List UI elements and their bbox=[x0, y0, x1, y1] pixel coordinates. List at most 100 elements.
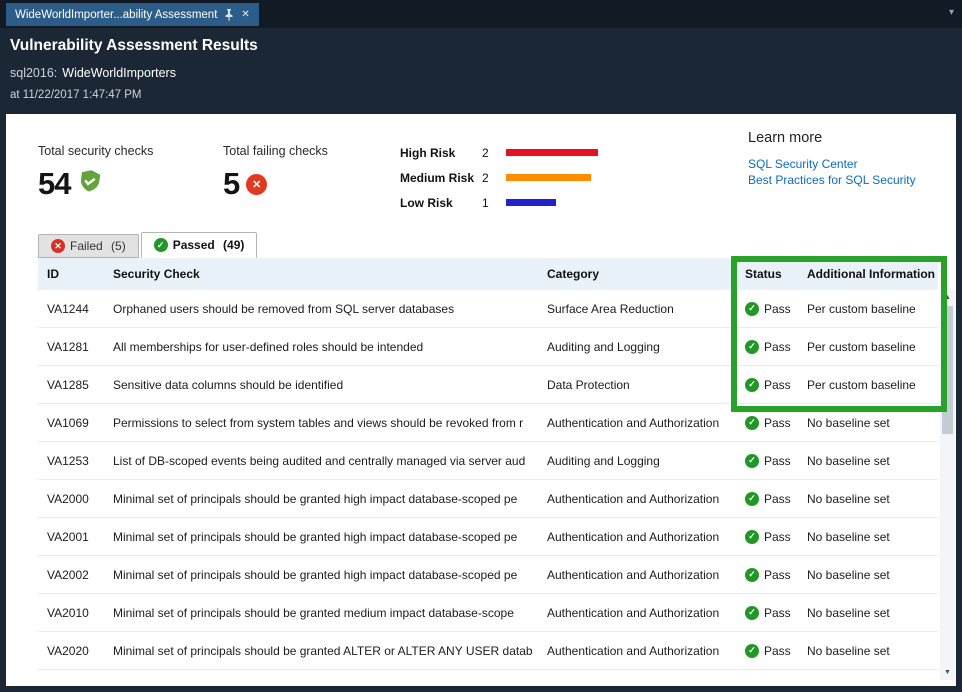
cell-security-check: Permissions to select from system tables… bbox=[113, 416, 547, 430]
table-row[interactable]: VA1069Permissions to select from system … bbox=[38, 404, 938, 442]
cell-status: ✓ Pass bbox=[745, 606, 807, 620]
database-name: WideWorldImporters bbox=[62, 66, 176, 80]
cell-additional-info: Per custom baseline bbox=[807, 378, 938, 392]
document-tab-label: WideWorldImporter...ability Assessment bbox=[15, 9, 217, 21]
learn-more-link[interactable]: Best Practices for SQL Security bbox=[748, 172, 916, 188]
failing-checks-stat: Total failing checks 5 ✕ bbox=[223, 144, 328, 202]
column-header: Security Check bbox=[113, 267, 547, 281]
cell-status: ✓ Pass bbox=[745, 302, 807, 316]
tab-passed[interactable]: ✓Passed (49) bbox=[141, 232, 258, 258]
pass-icon: ✓ bbox=[745, 568, 759, 582]
table-body: VA1244Orphaned users should be removed f… bbox=[38, 290, 938, 670]
cell-category: Auditing and Logging bbox=[547, 340, 745, 354]
cell-additional-info: No baseline set bbox=[807, 416, 938, 430]
cell-additional-info: Per custom baseline bbox=[807, 302, 938, 316]
scan-timestamp: at 11/22/2017 1:47:47 PM bbox=[10, 89, 962, 101]
table-row[interactable]: VA2000Minimal set of principals should b… bbox=[38, 480, 938, 518]
cell-id: VA1285 bbox=[47, 378, 113, 392]
table-row[interactable]: VA2001Minimal set of principals should b… bbox=[38, 518, 938, 556]
cell-additional-info: No baseline set bbox=[807, 530, 938, 544]
window-list-dropdown-icon[interactable]: ▾ bbox=[949, 7, 954, 18]
cell-additional-info: No baseline set bbox=[807, 454, 938, 468]
risk-count: 2 bbox=[482, 171, 506, 185]
risk-label: High Risk bbox=[400, 146, 482, 160]
pass-icon: ✓ bbox=[745, 606, 759, 620]
risk-legend: High Risk2Medium Risk2Low Risk1 bbox=[400, 140, 598, 215]
cell-status: ✓Pass bbox=[745, 644, 807, 658]
table-row[interactable]: VA2010Minimal set of principals should b… bbox=[38, 594, 938, 632]
risk-row: High Risk2 bbox=[400, 140, 598, 165]
scroll-up-arrow[interactable]: ▲ bbox=[940, 290, 955, 305]
risk-label: Medium Risk bbox=[400, 171, 482, 185]
cell-id: VA2010 bbox=[47, 606, 113, 620]
cell-status: ✓ Pass bbox=[745, 530, 807, 544]
risk-count: 2 bbox=[482, 146, 506, 160]
cell-status: ✓ Pass bbox=[745, 378, 807, 392]
failing-checks-value: 5 bbox=[223, 166, 239, 202]
results-table: IDSecurity CheckCategoryStatusAdditional… bbox=[38, 258, 938, 672]
total-checks-value: 54 bbox=[38, 166, 70, 202]
table-row[interactable]: VA1281All memberships for user-defined r… bbox=[38, 328, 938, 366]
titlebar: WideWorldImporter...ability Assessment ✕… bbox=[0, 0, 962, 28]
cell-category: Authentication and Authorization bbox=[547, 644, 745, 658]
cell-id: VA1281 bbox=[47, 340, 113, 354]
cell-security-check: Minimal set of principals should be gran… bbox=[113, 644, 547, 658]
cell-security-check: Sensitive data columns should be identif… bbox=[113, 378, 547, 392]
content-area: Total security checks 54 Total failing c… bbox=[6, 114, 956, 686]
cell-status: ✓Pass bbox=[745, 492, 807, 506]
cell-id: VA2001 bbox=[47, 530, 113, 544]
tab-failed[interactable]: ✕Failed (5) bbox=[38, 234, 139, 258]
total-checks-label: Total security checks bbox=[38, 144, 153, 158]
risk-bar bbox=[506, 174, 591, 181]
table-row[interactable]: VA1244Orphaned users should be removed f… bbox=[38, 290, 938, 328]
learn-more-panel: Learn more SQL Security CenterBest Pract… bbox=[748, 130, 916, 188]
fail-icon: ✕ bbox=[51, 239, 65, 253]
risk-label: Low Risk bbox=[400, 196, 482, 210]
vertical-scrollbar[interactable]: ▲ ▼ bbox=[940, 290, 955, 680]
cell-security-check: List of DB-scoped events being audited a… bbox=[113, 454, 547, 468]
pass-icon: ✓ bbox=[745, 302, 759, 316]
tab-strip: ✕Failed (5)✓Passed (49) bbox=[38, 232, 259, 258]
cell-security-check: Orphaned users should be removed from SQ… bbox=[113, 302, 547, 316]
learn-more-links: SQL Security CenterBest Practices for SQ… bbox=[748, 156, 916, 188]
column-header: Category bbox=[547, 267, 745, 281]
close-icon[interactable]: ✕ bbox=[241, 9, 249, 20]
pass-icon: ✓ bbox=[745, 454, 759, 468]
server-name: sql2016: bbox=[10, 66, 57, 80]
pass-icon: ✓ bbox=[745, 644, 759, 658]
cell-category: Auditing and Logging bbox=[547, 454, 745, 468]
results-header: Vulnerability Assessment Results sql2016… bbox=[0, 28, 962, 114]
table-row[interactable]: VA1285Sensitive data columns should be i… bbox=[38, 366, 938, 404]
cell-status: ✓Pass bbox=[745, 454, 807, 468]
cell-additional-info: No baseline set bbox=[807, 606, 938, 620]
scroll-down-arrow[interactable]: ▼ bbox=[940, 665, 955, 680]
column-header: Status bbox=[745, 267, 807, 281]
pass-icon: ✓ bbox=[745, 416, 759, 430]
tab-label: Passed bbox=[173, 238, 215, 252]
cell-id: VA1244 bbox=[47, 302, 113, 316]
table-row[interactable]: VA1253List of DB-scoped events being aud… bbox=[38, 442, 938, 480]
status-label: Pass bbox=[764, 378, 791, 392]
pass-icon: ✓ bbox=[745, 530, 759, 544]
pass-icon: ✓ bbox=[745, 340, 759, 354]
cell-id: VA2002 bbox=[47, 568, 113, 582]
page-title: Vulnerability Assessment Results bbox=[10, 37, 962, 55]
scrollbar-thumb[interactable] bbox=[942, 306, 953, 434]
summary-panel: Total security checks 54 Total failing c… bbox=[6, 114, 956, 232]
risk-row: Low Risk1 bbox=[400, 190, 598, 215]
status-label: Pass bbox=[764, 606, 791, 620]
pin-icon[interactable] bbox=[224, 9, 234, 21]
status-label: Pass bbox=[764, 302, 791, 316]
table-row[interactable]: VA2020Minimal set of principals should b… bbox=[38, 632, 938, 670]
cell-security-check: Minimal set of principals should be gran… bbox=[113, 492, 547, 506]
cell-additional-info: No baseline set bbox=[807, 644, 938, 658]
learn-more-link[interactable]: SQL Security Center bbox=[748, 156, 916, 172]
document-tab[interactable]: WideWorldImporter...ability Assessment ✕ bbox=[6, 3, 259, 26]
cell-category: Authentication and Authorization bbox=[547, 416, 745, 430]
status-label: Pass bbox=[764, 530, 791, 544]
status-label: Pass bbox=[764, 416, 791, 430]
server-line: sql2016: WideWorldImporters bbox=[10, 66, 962, 80]
pass-icon: ✓ bbox=[745, 378, 759, 392]
table-row[interactable]: VA2002Minimal set of principals should b… bbox=[38, 556, 938, 594]
total-checks-stat: Total security checks 54 bbox=[38, 144, 153, 202]
